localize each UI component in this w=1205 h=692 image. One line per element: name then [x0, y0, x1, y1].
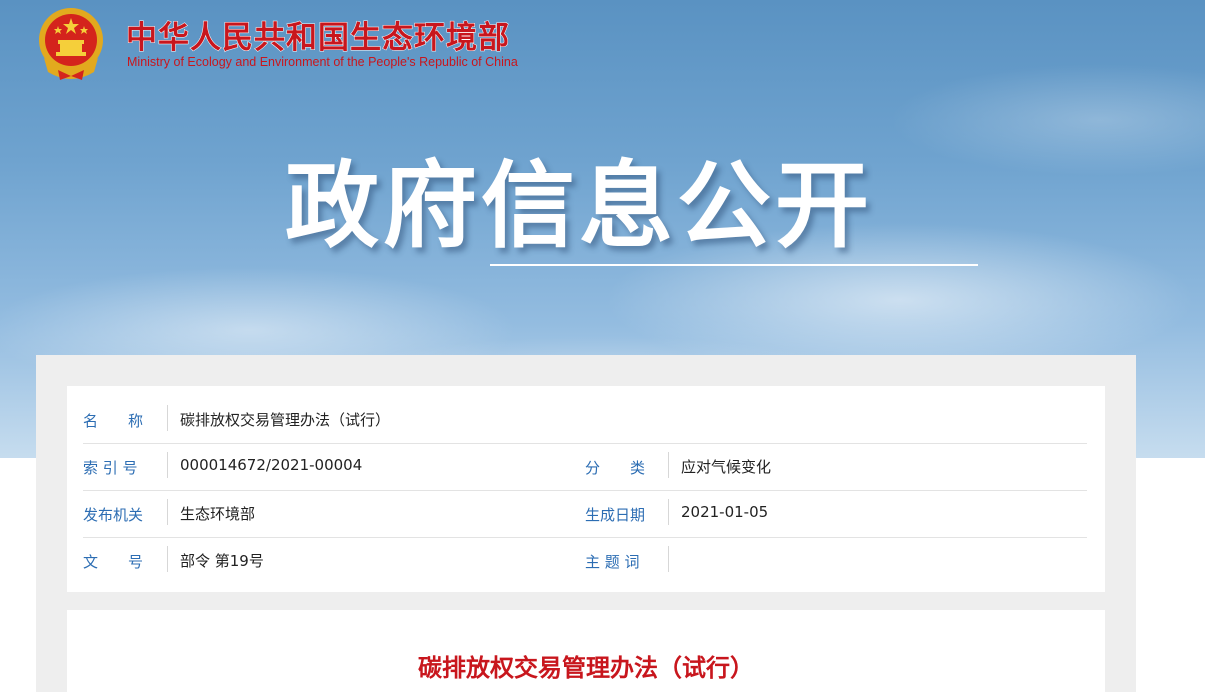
divider — [668, 499, 669, 525]
site-subtitle: Ministry of Ecology and Environment of t… — [127, 55, 518, 69]
metadata-row-index: 索 引 号 000014672/2021-00004 分 类 应对气候变化 — [83, 443, 1087, 491]
name-value: 碳排放权交易管理办法（试行） — [180, 411, 391, 429]
metadata-row-name: 名 称 碳排放权交易管理办法（试行） — [83, 396, 1087, 444]
divider — [668, 546, 669, 572]
keywords-label: 主 题 词 — [585, 553, 640, 571]
metadata-row-docno: 文 号 部令 第19号 主 题 词 — [83, 537, 1087, 584]
doc-number-value: 部令 第19号 — [180, 552, 264, 570]
index-value: 000014672/2021-00004 — [180, 456, 363, 474]
doc-number-label: 文 号 — [83, 553, 144, 571]
national-emblem-icon[interactable] — [36, 6, 106, 82]
category-label: 分 类 — [585, 459, 646, 477]
document-body: 碳排放权交易管理办法（试行） — [67, 610, 1105, 692]
divider — [668, 452, 669, 478]
hero-title: 政府信息公开 — [285, 152, 874, 261]
metadata-table: 名 称 碳排放权交易管理办法（试行） 索 引 号 000014672/2021-… — [67, 386, 1105, 592]
index-label: 索 引 号 — [83, 459, 138, 477]
site-title[interactable]: 中华人民共和国生态环境部 — [126, 12, 510, 57]
date-label: 生成日期 — [585, 506, 646, 524]
divider — [167, 452, 168, 478]
divider — [167, 546, 168, 572]
hero-divider — [490, 264, 978, 266]
document-title: 碳排放权交易管理办法（试行） — [418, 654, 754, 682]
divider — [167, 405, 168, 431]
issuer-label: 发布机关 — [83, 506, 144, 524]
name-label: 名 称 — [83, 412, 144, 430]
metadata-row-issuer: 发布机关 生态环境部 生成日期 2021-01-05 — [83, 490, 1087, 538]
issuer-value: 生态环境部 — [180, 505, 256, 523]
divider — [167, 499, 168, 525]
date-value: 2021-01-05 — [681, 503, 769, 521]
category-value: 应对气候变化 — [681, 458, 772, 476]
